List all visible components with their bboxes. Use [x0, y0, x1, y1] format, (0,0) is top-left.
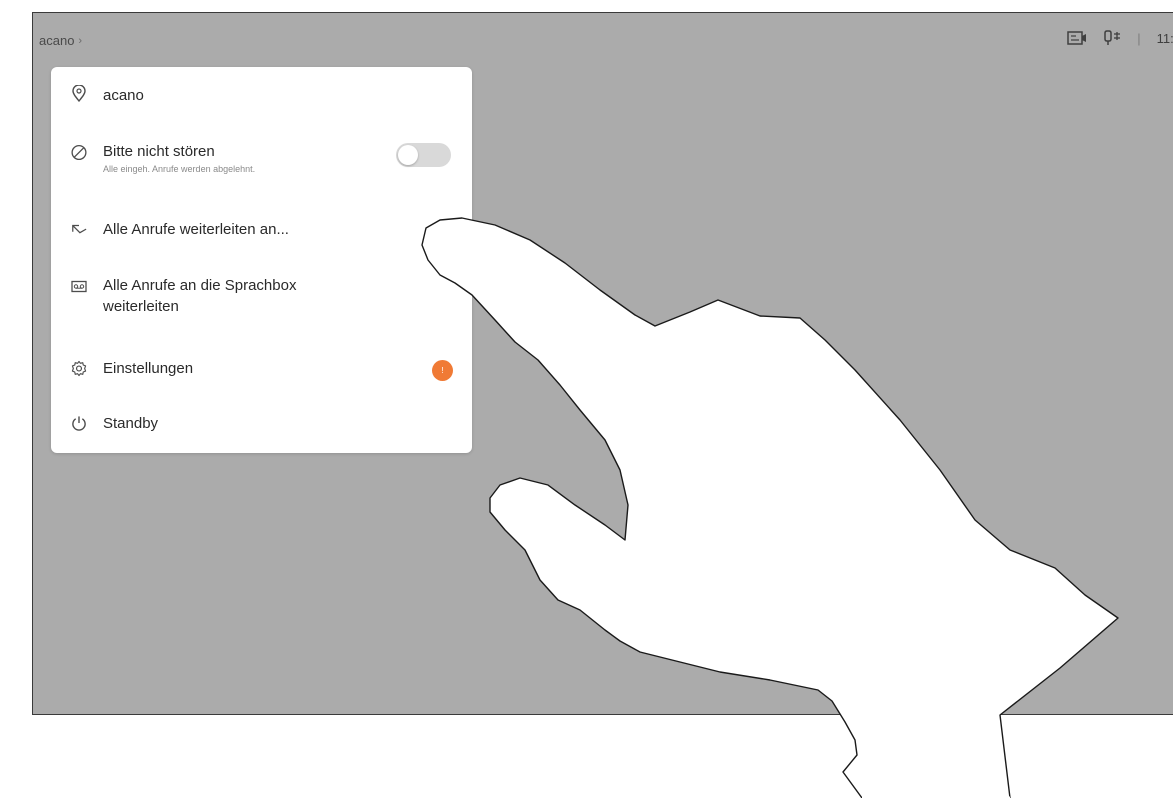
voicemail-icon	[71, 278, 87, 294]
menu-item-sublabel: Alle eingeh. Anrufe werden abgelehnt.	[103, 164, 256, 174]
power-icon	[71, 415, 87, 431]
menu-item-label: Alle Anrufe weiterleiten an...	[103, 221, 289, 238]
toggle-knob	[398, 145, 418, 165]
menu-item-label: Einstellungen	[103, 360, 194, 377]
gear-icon	[71, 360, 87, 376]
menu-item-forward-calls[interactable]: Alle Anrufe weiterleiten an...	[51, 219, 472, 240]
control-menu: acano Bitte nicht stören Alle eingeh. An…	[51, 67, 472, 453]
call-forward-icon	[71, 222, 87, 238]
breadcrumb[interactable]: acano ›	[39, 33, 82, 48]
menu-item-location[interactable]: acano	[51, 84, 472, 106]
location-pin-icon	[71, 84, 87, 102]
menu-item-label: acano	[103, 87, 144, 104]
menu-item-label: Alle Anrufe an die Sprachbox	[103, 277, 297, 294]
menu-item-do-not-disturb[interactable]: Bitte nicht stören Alle eingeh. Anrufe w…	[51, 141, 472, 176]
chevron-right-icon: ›	[78, 34, 83, 47]
touch-screen: acano › | 11:2	[32, 12, 1173, 715]
menu-item-label-line2: weiterleiten	[103, 298, 179, 315]
notification-badge: !	[432, 360, 453, 381]
menu-item-label: Standby	[103, 415, 159, 432]
status-bar: | 11:2	[1067, 30, 1173, 46]
do-not-disturb-toggle[interactable]	[396, 143, 451, 167]
camera-icon[interactable]	[1067, 30, 1087, 46]
breadcrumb-label: acano	[39, 33, 75, 48]
menu-item-standby[interactable]: Standby	[51, 413, 472, 434]
menu-item-voicemail[interactable]: Alle Anrufe an die Sprachbox weiterleite…	[51, 275, 472, 317]
do-not-disturb-icon	[71, 144, 87, 160]
status-separator: |	[1137, 30, 1141, 46]
clock: 11:2	[1156, 30, 1173, 46]
microphone-icon[interactable]	[1103, 30, 1121, 46]
menu-item-label: Bitte nicht stören	[103, 143, 215, 160]
menu-item-settings[interactable]: Einstellungen !	[51, 358, 472, 381]
